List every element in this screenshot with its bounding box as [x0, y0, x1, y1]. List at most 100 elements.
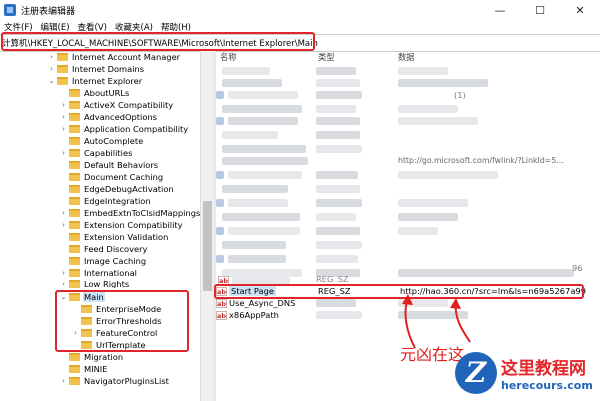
- expand-chevron-icon[interactable]: ›: [59, 113, 68, 121]
- tree-item-navigatorpluginslist[interactable]: › NavigatorPluginsList: [59, 375, 170, 387]
- tree-item-internet-domains[interactable]: › Internet Domains: [47, 63, 145, 75]
- column-data-header[interactable]: 数据: [398, 51, 415, 63]
- blurred-value-data: [398, 199, 468, 207]
- folder-icon: [69, 209, 80, 217]
- tree-item-edgedebugactivation[interactable]: EdgeDebugActivation: [59, 183, 175, 195]
- menu-view[interactable]: 查看(V): [74, 21, 111, 33]
- expand-chevron-icon[interactable]: ›: [59, 377, 68, 385]
- partial-url-fragment: http://go.microsoft.com/fwlink/?LinkId=5…: [398, 155, 564, 165]
- tree-item-migration[interactable]: Migration: [59, 351, 124, 363]
- watermark-title: 这里教程网: [501, 358, 586, 379]
- tree-item-embedextntoclsidmappings[interactable]: › EmbedExtnToClsidMappings: [59, 207, 200, 219]
- tree-item-label: NavigatorPluginsList: [84, 376, 169, 386]
- blurred-value-name: [228, 171, 302, 179]
- title-bar: 注册表编辑器 — ☐ ✕: [0, 0, 600, 20]
- tree-item-label: Application Compatibility: [84, 124, 189, 134]
- expand-chevron-icon[interactable]: ›: [59, 221, 68, 229]
- tree-item-extension-compatibility[interactable]: › Extension Compatibility: [59, 219, 184, 231]
- tree-item-international[interactable]: › International: [59, 267, 138, 279]
- tree-item-low-rights[interactable]: › Low Rights: [59, 279, 130, 288]
- blurred-value-name: [228, 227, 300, 235]
- tree-item-document-caching[interactable]: Document Caching: [59, 171, 164, 183]
- collapse-chevron-icon[interactable]: ⌄: [47, 77, 56, 85]
- close-button[interactable]: ✕: [560, 0, 600, 20]
- tree-scrollbar-thumb[interactable]: [203, 201, 212, 291]
- regedit-app-icon: [4, 4, 16, 16]
- tree-item-feed-discovery[interactable]: Feed Discovery: [59, 243, 148, 255]
- folder-icon: [69, 279, 80, 288]
- watermark-url: herecours.com: [501, 378, 593, 392]
- blurred-value-name: [222, 269, 302, 277]
- folder-icon: [69, 173, 80, 181]
- address-highlight-box: [1, 32, 315, 51]
- tree-item-label: AdvancedOptions: [84, 112, 157, 122]
- blurred-value-name: [222, 67, 270, 75]
- tree-item-edgeintegration[interactable]: EdgeIntegration: [59, 195, 152, 207]
- tree-item-label: Image Caching: [84, 256, 147, 266]
- folder-icon: [69, 245, 80, 253]
- tree-item-label: Extension Validation: [84, 232, 169, 242]
- folder-icon: [69, 269, 80, 277]
- folder-icon: [69, 221, 80, 229]
- folder-icon: [69, 197, 80, 205]
- tree-item-extension-validation[interactable]: Extension Validation: [59, 231, 169, 243]
- expand-chevron-icon[interactable]: ›: [47, 53, 56, 61]
- column-type-header[interactable]: 类型: [318, 51, 335, 63]
- tree-item-capabilities[interactable]: › Capabilities: [59, 147, 133, 159]
- blurred-value-name: [228, 199, 288, 207]
- column-name-header[interactable]: 名称: [220, 51, 237, 63]
- value-row-x86apppath[interactable]: ab x86AppPath: [216, 309, 279, 321]
- folder-open-icon: [57, 77, 68, 85]
- tree-item-label: Low Rights: [84, 279, 130, 288]
- folder-icon: [69, 233, 80, 241]
- tree-item-label: Document Caching: [84, 172, 164, 182]
- window-controls: — ☐ ✕: [480, 0, 600, 20]
- blurred-value-type: [316, 213, 356, 221]
- tree-item-advancedoptions[interactable]: › AdvancedOptions: [59, 111, 158, 123]
- partial-digits-a: (1): [454, 90, 466, 100]
- tree-item-internet-explorer[interactable]: ⌄ Internet Explorer: [47, 75, 143, 87]
- expand-chevron-icon[interactable]: ›: [59, 209, 68, 217]
- tree-item-default-behaviors[interactable]: Default Behaviors: [59, 159, 159, 171]
- expand-chevron-icon[interactable]: ›: [59, 101, 68, 109]
- menu-file[interactable]: 文件(F): [0, 21, 37, 33]
- folder-icon: [69, 101, 80, 109]
- value-name: x86AppPath: [229, 310, 279, 320]
- blurred-value-type: [316, 199, 362, 207]
- expand-chevron-icon[interactable]: ›: [59, 280, 68, 288]
- tree-item-label: Extension Compatibility: [84, 220, 183, 230]
- expand-chevron-icon[interactable]: ›: [59, 269, 68, 277]
- blurred-value-name: [222, 213, 300, 221]
- blurred-value-type: [316, 131, 360, 139]
- tree-item-image-caching[interactable]: Image Caching: [59, 255, 147, 267]
- folder-icon: [69, 353, 80, 361]
- tree-item-abouturls[interactable]: AboutURLs: [59, 87, 130, 99]
- blurred-value-type: [316, 227, 360, 235]
- folder-icon: [69, 185, 80, 193]
- blurred-value-data: [398, 269, 574, 277]
- tree-item-autocomplete[interactable]: AutoComplete: [59, 135, 144, 147]
- tree-item-label: Default Behaviors: [84, 160, 159, 170]
- key-tree: › Internet Account Manager › Internet Doma…: [0, 51, 200, 401]
- folder-icon: [57, 53, 68, 61]
- blurred-value-name: [222, 157, 308, 165]
- blurred-value-name: [228, 255, 286, 263]
- tree-item-activex-compatibility[interactable]: › ActiveX Compatibility: [59, 99, 174, 111]
- blurred-value-type: [316, 79, 360, 87]
- tree-item-minie[interactable]: MINIE: [59, 363, 109, 375]
- blurred-value-data: [398, 67, 448, 75]
- tree-item-label: Feed Discovery: [84, 244, 148, 254]
- menu-favorites[interactable]: 收藏夹(A): [111, 21, 157, 33]
- menu-help[interactable]: 帮助(H): [157, 21, 195, 33]
- tree-scrollbar[interactable]: [200, 51, 214, 401]
- expand-chevron-icon[interactable]: ›: [47, 65, 56, 73]
- minimize-button[interactable]: —: [480, 0, 520, 20]
- menu-edit[interactable]: 编辑(E): [37, 21, 74, 33]
- tree-item-internet-account-manager[interactable]: › Internet Account Manager: [47, 51, 181, 63]
- blurred-value-name: [222, 241, 286, 249]
- tree-item-application-compatibility[interactable]: › Application Compatibility: [59, 123, 189, 135]
- expand-chevron-icon[interactable]: ›: [59, 149, 68, 157]
- expand-chevron-icon[interactable]: ›: [59, 125, 68, 133]
- main-key-highlight-box: [55, 290, 189, 352]
- maximize-button[interactable]: ☐: [520, 0, 560, 20]
